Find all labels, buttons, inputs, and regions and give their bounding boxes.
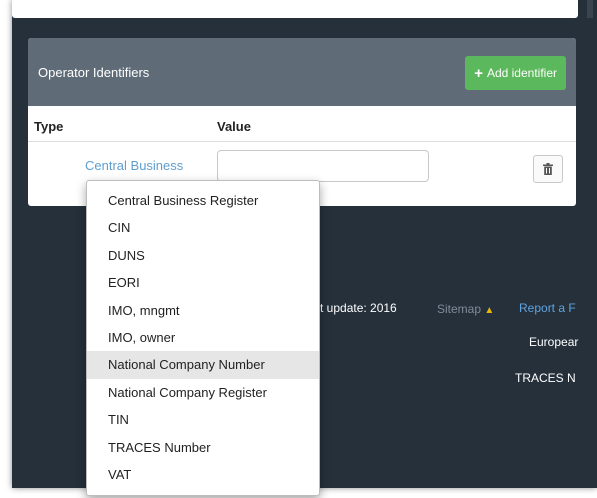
dropdown-option-highlighted[interactable]: National Company Number xyxy=(87,351,319,379)
trash-icon xyxy=(543,163,553,175)
column-header-type: Type xyxy=(34,119,64,134)
add-identifier-button[interactable]: + Add identifier xyxy=(465,56,566,90)
column-header-value: Value xyxy=(217,119,251,134)
warning-icon: ▲ xyxy=(484,305,495,316)
panel-header: Operator Identifiers + Add identifier xyxy=(28,38,576,106)
identifier-value-input[interactable] xyxy=(217,150,429,182)
header-divider xyxy=(28,141,576,142)
traces-text: TRACES N xyxy=(515,371,576,385)
dropdown-option[interactable]: TIN xyxy=(87,406,319,433)
dropdown-option[interactable]: National Company Register xyxy=(87,379,319,406)
dropdown-option[interactable]: Central Business Register xyxy=(87,187,319,214)
scrollbar[interactable] xyxy=(587,0,593,18)
previous-section xyxy=(12,0,578,18)
dropdown-option[interactable]: TRACES Number xyxy=(87,434,319,461)
identifier-type-dropdown[interactable]: Central Business Register CIN DUNS EORI … xyxy=(86,180,320,496)
dropdown-option[interactable]: EORI xyxy=(87,269,319,296)
report-link[interactable]: Report a F xyxy=(519,301,576,315)
identifier-type-select[interactable]: Central Business xyxy=(85,158,183,173)
dropdown-option[interactable]: VAT xyxy=(87,461,319,488)
dropdown-option[interactable]: DUNS xyxy=(87,242,319,269)
plus-icon: + xyxy=(474,64,483,82)
add-identifier-label: Add identifier xyxy=(486,66,557,80)
last-update-text: t update: 2016 xyxy=(320,301,397,315)
sitemap-link[interactable]: Sitemap ▲ xyxy=(437,302,494,316)
delete-identifier-button[interactable] xyxy=(533,155,563,183)
dropdown-option[interactable]: CIN xyxy=(87,214,319,241)
dropdown-option[interactable]: IMO, mngmt xyxy=(87,297,319,324)
dropdown-option[interactable]: IMO, owner xyxy=(87,324,319,351)
sitemap-label: Sitemap xyxy=(437,302,482,316)
panel-title: Operator Identifiers xyxy=(38,65,150,80)
european-text: Europear xyxy=(529,335,579,349)
